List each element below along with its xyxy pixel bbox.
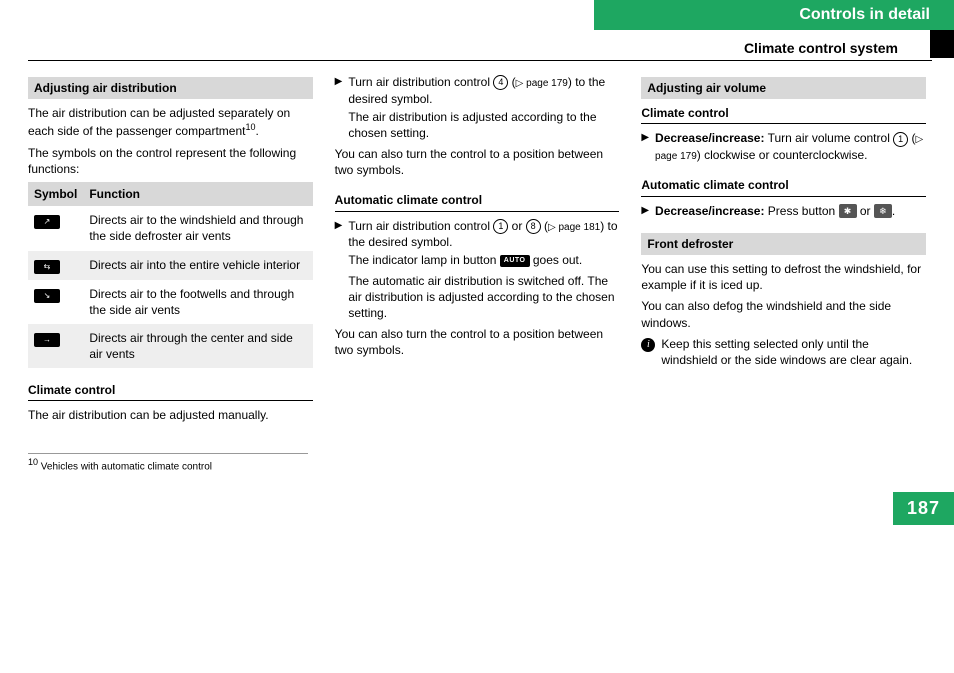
paragraph: You can also turn the control to a posit… xyxy=(335,326,620,358)
fan-button-icon: ✱ xyxy=(839,204,857,218)
table-row: → Directs air through the center and sid… xyxy=(28,324,313,368)
instruction-step: ▶ Decrease/increase: Turn air volume con… xyxy=(641,130,926,163)
page-reference: ▷ page 181 xyxy=(548,222,600,233)
page-reference: ▷ page 179 xyxy=(516,78,568,89)
th-function: Function xyxy=(83,182,312,206)
th-symbol: Symbol xyxy=(28,182,83,206)
table-row: ↗ Directs air to the windshield and thro… xyxy=(28,206,313,250)
table-row: ↘ Directs air to the footwells and throu… xyxy=(28,280,313,324)
column-3: Adjusting air volume Climate control ▶ D… xyxy=(641,71,926,429)
triangle-bullet-icon: ▶ xyxy=(641,203,649,219)
fan-button-icon: ❄ xyxy=(874,204,892,218)
footnote: 10 Vehicles with automatic climate contr… xyxy=(28,453,308,472)
chapter-header: Controls in detail xyxy=(0,0,954,30)
paragraph: The air distribution can be adjusted man… xyxy=(28,407,313,423)
table-row: ⇆ Directs air into the entire vehicle in… xyxy=(28,251,313,280)
air-symbol-icon: ↘ xyxy=(34,289,60,303)
info-note: i Keep this setting selected only until … xyxy=(641,336,926,368)
page-number: 187 xyxy=(893,492,954,525)
triangle-bullet-icon: ▶ xyxy=(641,130,649,163)
paragraph: The air distribution can be adjusted sep… xyxy=(28,105,313,139)
heading-air-volume: Adjusting air volume xyxy=(641,77,926,99)
chapter-title: Controls in detail xyxy=(594,0,954,30)
circled-number-icon: 1 xyxy=(493,219,508,234)
subhead-climate-control: Climate control xyxy=(641,105,926,124)
subhead-auto-climate: Automatic climate control xyxy=(641,177,926,196)
thumb-tab xyxy=(930,30,954,58)
air-symbol-icon: → xyxy=(34,333,60,347)
column-1: Adjusting air distribution The air distr… xyxy=(28,71,313,429)
page-body: Adjusting air distribution The air distr… xyxy=(0,61,954,429)
circled-number-icon: 8 xyxy=(526,219,541,234)
heading-air-distribution: Adjusting air distribution xyxy=(28,77,313,99)
triangle-bullet-icon: ▶ xyxy=(335,218,343,321)
circled-number-icon: 4 xyxy=(493,75,508,90)
paragraph: You can use this setting to defrost the … xyxy=(641,261,926,293)
paragraph: You can also defog the windshield and th… xyxy=(641,298,926,330)
triangle-bullet-icon: ▶ xyxy=(335,74,343,141)
circled-number-icon: 1 xyxy=(893,132,908,147)
instruction-step: ▶ Turn air distribution control 1 or 8 (… xyxy=(335,218,620,321)
auto-badge-icon: AUTO xyxy=(500,255,530,266)
paragraph: You can also turn the control to a posit… xyxy=(335,146,620,178)
air-symbol-icon: ↗ xyxy=(34,215,60,229)
section-title: Climate control system xyxy=(28,30,932,61)
instruction-step: ▶ Turn air distribution control 4 (▷ pag… xyxy=(335,74,620,141)
instruction-step: ▶ Decrease/increase: Press button ✱ or ❄… xyxy=(641,203,926,219)
column-2: ▶ Turn air distribution control 4 (▷ pag… xyxy=(335,71,620,429)
heading-front-defroster: Front defroster xyxy=(641,233,926,255)
info-icon: i xyxy=(641,338,655,352)
subhead-auto-climate: Automatic climate control xyxy=(335,192,620,211)
paragraph: The symbols on the control represent the… xyxy=(28,145,313,177)
symbol-function-table: Symbol Function ↗ Directs air to the win… xyxy=(28,182,313,368)
subhead-climate-control: Climate control xyxy=(28,382,313,401)
footnote-ref: 10 xyxy=(245,122,255,132)
air-symbol-icon: ⇆ xyxy=(34,260,60,274)
page-number-container: 187 xyxy=(0,492,954,525)
